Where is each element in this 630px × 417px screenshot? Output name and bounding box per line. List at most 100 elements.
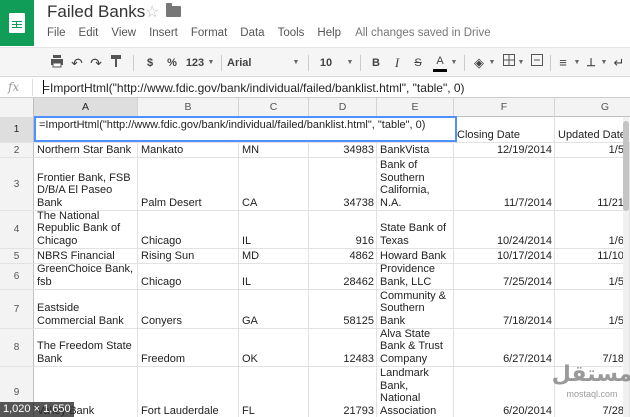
row-header[interactable]: 8 — [0, 329, 34, 366]
table-cell[interactable]: Updated Date — [555, 117, 630, 142]
table-cell[interactable]: Howard Bank — [377, 249, 454, 263]
more-formats-dropdown-icon[interactable]: ▼ — [207, 54, 215, 72]
column-header-d[interactable]: D — [309, 98, 377, 117]
table-cell[interactable]: Community & Southern Bank — [377, 290, 454, 328]
font-size-dropdown-icon[interactable]: ▼ — [346, 54, 354, 72]
table-cell[interactable]: FL — [239, 367, 309, 417]
table-cell[interactable]: 34738 — [309, 158, 377, 210]
merge-cells-icon[interactable] — [530, 54, 544, 72]
table-cell[interactable]: 7/18/ — [555, 329, 630, 366]
table-cell[interactable]: 12483 — [309, 329, 377, 366]
table-cell[interactable]: CA — [239, 158, 309, 210]
strikethrough-button[interactable]: S — [412, 54, 424, 72]
folder-icon[interactable] — [166, 3, 181, 17]
paint-format-icon[interactable] — [108, 54, 124, 72]
star-icon[interactable]: ☆ — [145, 2, 159, 22]
table-cell[interactable]: Alva State Bank & Trust Company — [377, 329, 454, 366]
table-cell[interactable]: 4862 — [309, 249, 377, 263]
table-cell[interactable]: 1/5/ — [555, 143, 630, 157]
fill-color-dropdown-icon[interactable]: ▼ — [488, 54, 496, 72]
table-cell[interactable]: MN — [239, 143, 309, 157]
table-cell[interactable]: 10/24/2014 — [454, 211, 555, 248]
table-cell[interactable]: GA — [239, 290, 309, 328]
table-cell[interactable]: State Bank of Texas — [377, 211, 454, 248]
table-cell[interactable]: Chicago — [138, 264, 239, 289]
column-header-e[interactable]: E — [377, 98, 454, 117]
row-header[interactable]: 4 — [0, 211, 34, 248]
save-status[interactable]: All changes saved in Drive — [355, 27, 491, 39]
vertical-align-icon[interactable]: ⊥ — [584, 54, 598, 72]
table-cell[interactable]: Rising Sun — [138, 249, 239, 263]
table-cell[interactable]: 10/17/2014 — [454, 249, 555, 263]
font-size-select[interactable]: 10 — [318, 54, 334, 72]
table-cell[interactable]: 58125 — [309, 290, 377, 328]
print-icon[interactable] — [49, 54, 65, 72]
table-cell[interactable]: NBRS Financial — [34, 249, 138, 263]
borders-icon[interactable] — [502, 54, 516, 72]
table-cell[interactable]: 7/18/2014 — [454, 290, 555, 328]
table-cell[interactable]: 12/19/2014 — [454, 143, 555, 157]
column-header-a[interactable]: A — [34, 98, 138, 117]
table-cell[interactable]: BankVista — [377, 143, 454, 157]
text-wrap-icon[interactable]: ↵ — [612, 54, 626, 72]
text-color-button[interactable]: A — [433, 54, 447, 72]
table-cell[interactable]: Bank of Southern California, N.A. — [377, 158, 454, 210]
table-cell[interactable]: 1/5/ — [555, 290, 630, 328]
table-cell[interactable]: Providence Bank, LLC — [377, 264, 454, 289]
italic-button[interactable]: I — [391, 54, 403, 72]
bold-button[interactable]: B — [370, 54, 382, 72]
table-cell[interactable]: Freedom — [138, 329, 239, 366]
row-header[interactable]: 3 — [0, 158, 34, 210]
currency-format-button[interactable]: $ — [144, 54, 156, 72]
row-header[interactable]: 1 — [0, 117, 34, 142]
menu-format[interactable]: Format — [191, 27, 227, 39]
table-cell[interactable]: Landmark Bank, National Association — [377, 367, 454, 417]
redo-icon[interactable]: ↷ — [88, 54, 104, 72]
table-cell[interactable]: Closing Date — [454, 117, 555, 142]
menu-help[interactable]: Help — [317, 27, 341, 39]
table-cell[interactable]: 21793 — [309, 367, 377, 417]
table-cell[interactable]: 7/25/2014 — [454, 264, 555, 289]
formula-input[interactable]: =ImportHtml("http://www.fdic.gov/bank/in… — [43, 81, 465, 95]
menu-edit[interactable]: Edit — [79, 27, 99, 39]
table-cell[interactable]: MD — [239, 249, 309, 263]
menu-view[interactable]: View — [111, 27, 136, 39]
font-dropdown-icon[interactable]: ▼ — [292, 54, 300, 72]
row-header[interactable]: 2 — [0, 143, 34, 157]
table-cell[interactable]: 6/27/2014 — [454, 329, 555, 366]
row-header[interactable]: 6 — [0, 264, 34, 289]
row-header[interactable]: 5 — [0, 249, 34, 263]
table-cell[interactable]: IL — [239, 211, 309, 248]
sheets-logo-icon[interactable] — [0, 0, 34, 46]
column-header-f[interactable]: F — [454, 98, 555, 117]
vertical-align-dropdown-icon[interactable]: ▼ — [600, 54, 608, 72]
table-cell[interactable]: OK — [239, 329, 309, 366]
column-header-g[interactable]: G — [555, 98, 630, 117]
row-header[interactable]: 7 — [0, 290, 34, 328]
undo-icon[interactable]: ↶ — [69, 54, 85, 72]
table-cell[interactable]: Fort Lauderdale — [138, 367, 239, 417]
table-cell[interactable]: 1/6/ — [555, 211, 630, 248]
table-cell[interactable]: Conyers — [138, 290, 239, 328]
table-cell[interactable]: Palm Desert — [138, 158, 239, 210]
table-cell[interactable]: Northern Star Bank — [34, 143, 138, 157]
menu-insert[interactable]: Insert — [149, 27, 178, 39]
more-formats-button[interactable]: 123 — [184, 54, 206, 72]
table-cell[interactable]: 34983 — [309, 143, 377, 157]
menu-file[interactable]: File — [47, 27, 66, 39]
table-cell[interactable]: 11/10/ — [555, 249, 630, 263]
table-cell[interactable]: Eastside Commercial Bank — [34, 290, 138, 328]
menu-data[interactable]: Data — [240, 27, 264, 39]
table-cell[interactable]: The Freedom State Bank — [34, 329, 138, 366]
table-cell[interactable]: 11/21/ — [555, 158, 630, 210]
table-cell[interactable]: Chicago — [138, 211, 239, 248]
percent-format-button[interactable]: % — [166, 54, 178, 72]
font-family-select[interactable]: Arial — [227, 54, 267, 72]
table-cell[interactable]: 916 — [309, 211, 377, 248]
table-cell[interactable]: 6/20/2014 — [454, 367, 555, 417]
table-cell[interactable]: Mankato — [138, 143, 239, 157]
fill-color-icon[interactable]: ◈ — [472, 54, 486, 72]
horizontal-align-icon[interactable]: ≡ — [556, 54, 570, 72]
active-cell-editor[interactable]: =ImportHtml("http://www.fdic.gov/bank/in… — [34, 116, 457, 142]
table-cell[interactable]: 1/5/ — [555, 264, 630, 289]
